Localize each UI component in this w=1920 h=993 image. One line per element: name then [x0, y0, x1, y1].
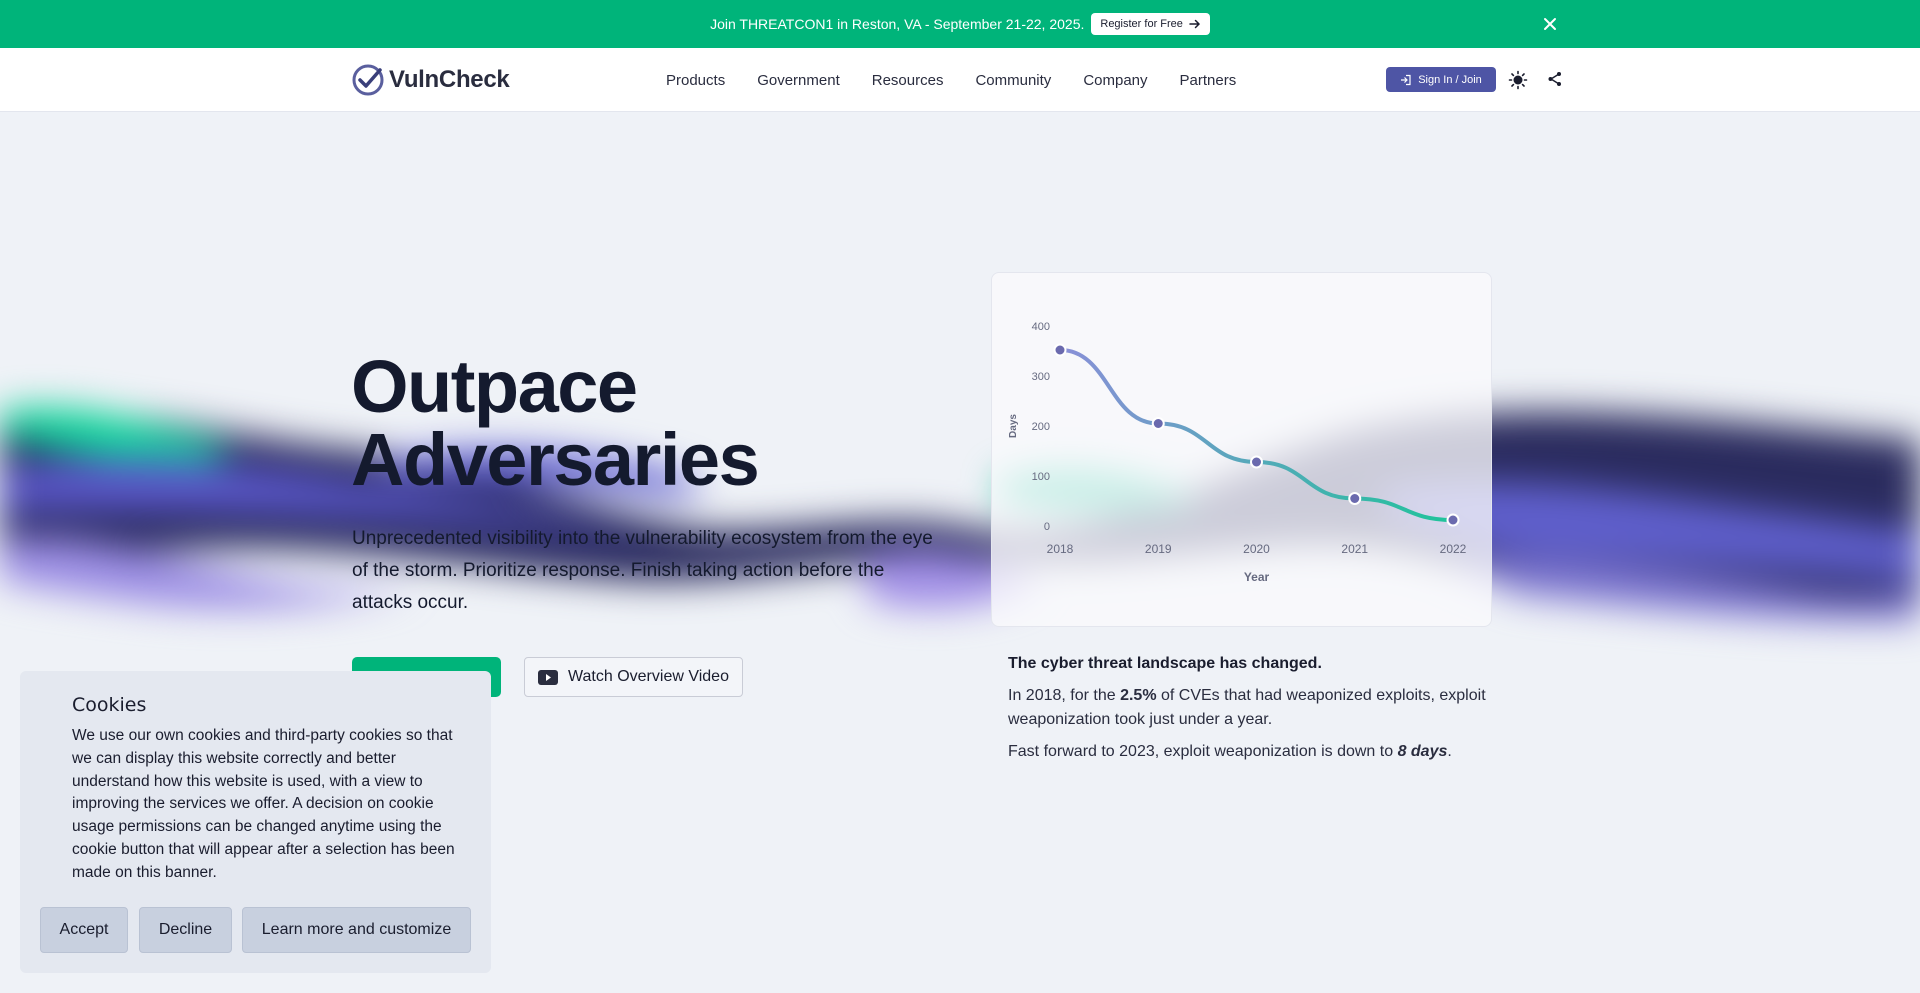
caption-highlight: 2.5%	[1120, 687, 1157, 704]
hero-title: Outpace Adversaries	[351, 345, 760, 501]
watch-video-button[interactable]: Watch Overview Video	[524, 657, 743, 697]
x-tick-label: 2022	[1440, 542, 1467, 556]
y-tick-label: 300	[1032, 371, 1050, 383]
caption-highlight: 8 days	[1397, 743, 1448, 760]
caption-text: Fast forward to 2023, exploit weaponizat…	[1008, 743, 1398, 760]
nav-partners[interactable]: Partners	[1180, 72, 1237, 89]
logo-text: VulnCheck	[389, 66, 510, 93]
announcement-banner: Join THREATCON1 in Reston, VA - Septembe…	[0, 0, 1920, 48]
decline-button[interactable]: Decline	[139, 907, 232, 953]
y-axis-label: Days	[1008, 414, 1019, 438]
accept-button[interactable]: Accept	[40, 907, 128, 953]
y-tick-label: 0	[1044, 521, 1050, 533]
caption-paragraph-2: Fast forward to 2023, exploit weaponizat…	[1008, 740, 1498, 764]
close-icon[interactable]	[1540, 14, 1560, 34]
customize-button[interactable]: Learn more and customize	[242, 907, 471, 953]
announcement-text: Join THREATCON1 in Reston, VA - Septembe…	[710, 16, 1085, 32]
sign-in-icon	[1401, 74, 1411, 85]
nav-government[interactable]: Government	[757, 72, 840, 89]
cookie-banner: Cookies We use our own cookies and third…	[20, 671, 491, 973]
nav-community[interactable]: Community	[975, 72, 1051, 89]
caption-paragraph-1: In 2018, for the 2.5% of CVEs that had w…	[1008, 684, 1498, 732]
data-point	[1151, 417, 1165, 430]
x-tick-label: 2020	[1243, 542, 1270, 556]
y-tick-label: 100	[1032, 471, 1050, 483]
hero-subtitle: Unprecedented visibility into the vulner…	[352, 528, 933, 613]
caption-text: In 2018, for the	[1008, 687, 1121, 704]
hero-title-line1: Outpace	[351, 345, 638, 428]
series-line	[1058, 348, 1455, 522]
play-icon	[538, 669, 559, 685]
share-icon[interactable]	[1546, 70, 1564, 88]
data-point	[1250, 455, 1263, 469]
nav-resources[interactable]: Resources	[872, 72, 944, 89]
x-tick-label: 2019	[1145, 542, 1172, 556]
chart-caption: The cyber threat landscape has changed. …	[1008, 652, 1498, 772]
site-header: VulnCheck Products Government Resources …	[0, 48, 1920, 112]
x-axis-label: Year	[1244, 570, 1270, 584]
register-button-label: Register for Free	[1100, 18, 1183, 30]
data-point	[1348, 492, 1362, 505]
sign-in-button[interactable]: Sign In / Join	[1386, 67, 1496, 92]
logo[interactable]: VulnCheck	[351, 62, 510, 98]
arrow-right-icon	[1189, 19, 1200, 29]
nav-products[interactable]: Products	[666, 72, 725, 89]
register-button[interactable]: Register for Free	[1091, 13, 1210, 35]
wave-background	[0, 407, 1920, 621]
vulncheck-logo-icon	[352, 64, 384, 96]
weaponization-chart: 0100200300400 2018 2019 2020 2021 2022 Year …	[1008, 321, 1467, 584]
cookie-title: Cookies	[72, 694, 147, 716]
main-nav: Products Government Resources Community …	[666, 48, 1236, 112]
data-point	[1446, 513, 1460, 527]
y-tick-label: 400	[1032, 321, 1050, 333]
caption-text: .	[1447, 743, 1452, 760]
hero-title-line2: Adversaries	[351, 418, 760, 501]
data-point	[1053, 343, 1067, 357]
x-tick-label: 2021	[1341, 542, 1368, 556]
watch-video-label: Watch Overview Video	[568, 668, 729, 685]
chart-card: 0 100 200 300 400 2018 2019 2020 2021 2022 Year …	[991, 272, 1492, 627]
sign-in-label: Sign In / Join	[1418, 73, 1482, 86]
y-tick-label: 200	[1032, 421, 1050, 433]
x-tick-label: 2018	[1047, 542, 1074, 556]
nav-company[interactable]: Company	[1083, 72, 1147, 89]
caption-heading: The cyber threat landscape has changed.	[1008, 655, 1322, 672]
sun-icon[interactable]	[1508, 70, 1528, 90]
cookie-body: We use our own cookies and third-party c…	[72, 727, 455, 881]
